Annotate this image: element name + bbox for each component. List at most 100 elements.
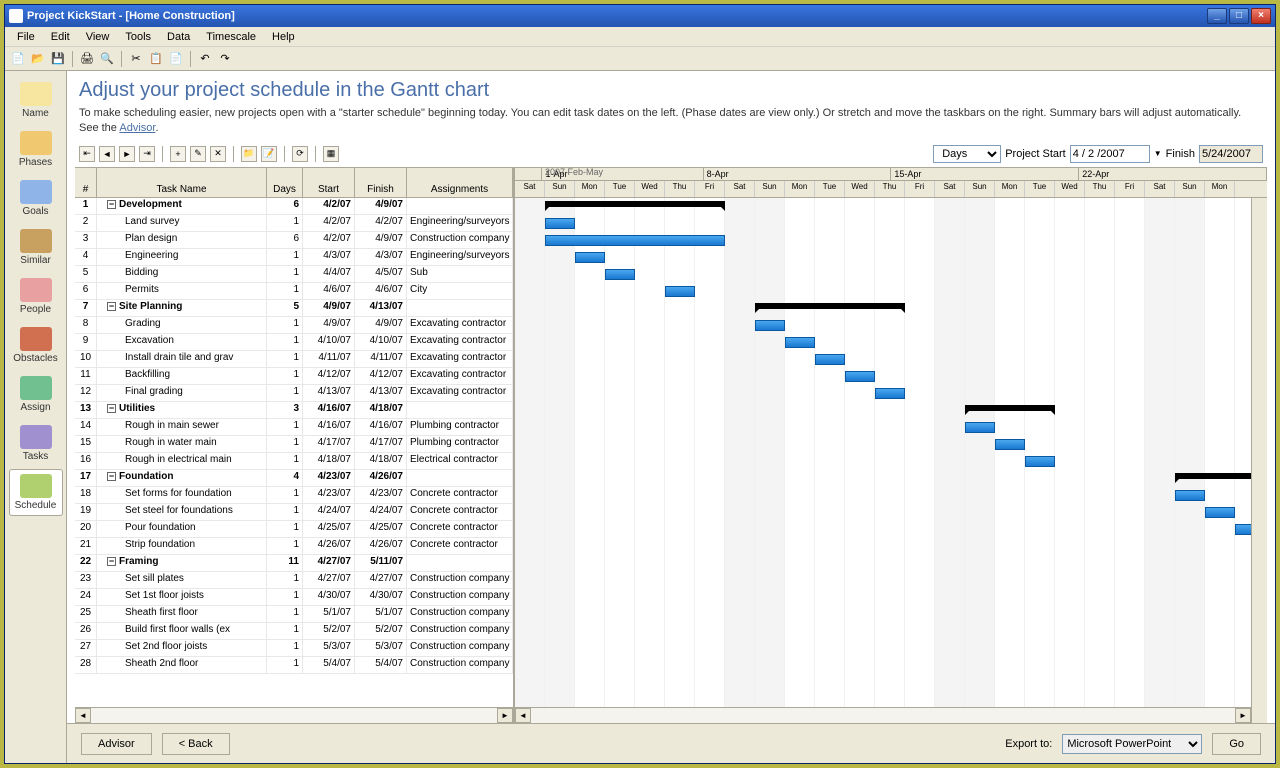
cell-name[interactable]: Set sill plates — [97, 572, 267, 588]
task-row[interactable]: 4Engineering14/3/074/3/07Engineering/sur… — [75, 249, 513, 266]
note-button[interactable]: 📝 — [261, 146, 277, 162]
cell-assign[interactable]: Plumbing contractor — [407, 419, 513, 435]
task-row[interactable]: 21Strip foundation14/26/074/26/07Concret… — [75, 538, 513, 555]
collapse-icon[interactable]: − — [107, 200, 116, 209]
cell-start[interactable]: 5/1/07 — [303, 606, 355, 622]
gantt-task-bar[interactable] — [755, 320, 785, 331]
cell-days[interactable]: 1 — [267, 538, 303, 554]
preview-button[interactable]: 🔍 — [98, 50, 116, 68]
cell-start[interactable]: 4/30/07 — [303, 589, 355, 605]
cell-start[interactable]: 4/9/07 — [303, 300, 355, 316]
cell-finish[interactable]: 4/13/07 — [355, 300, 407, 316]
col-finish-header[interactable]: Finish — [355, 168, 407, 197]
cell-name[interactable]: Plan design — [97, 232, 267, 248]
cell-start[interactable]: 4/6/07 — [303, 283, 355, 299]
task-row[interactable]: 18Set forms for foundation14/23/074/23/0… — [75, 487, 513, 504]
save-button[interactable]: 💾 — [49, 50, 67, 68]
menu-view[interactable]: View — [78, 29, 118, 45]
cell-name[interactable]: Sheath first floor — [97, 606, 267, 622]
cell-assign[interactable]: Excavating contractor — [407, 368, 513, 384]
cell-assign[interactable]: Sub — [407, 266, 513, 282]
cell-name[interactable]: Rough in electrical main — [97, 453, 267, 469]
cell-days[interactable]: 1 — [267, 589, 303, 605]
gantt-hscrollbar[interactable]: ◄ ► — [515, 707, 1251, 723]
project-start-input[interactable] — [1070, 145, 1150, 163]
col-days-header[interactable]: Days — [267, 168, 303, 197]
cell-days[interactable]: 5 — [267, 300, 303, 316]
folder-button[interactable]: 📁 — [241, 146, 257, 162]
cell-finish[interactable]: 4/9/07 — [355, 317, 407, 333]
gantt-task-bar[interactable] — [785, 337, 815, 348]
sidebar-item-tasks[interactable]: Tasks — [9, 420, 63, 467]
task-table-body[interactable]: 1−Development64/2/074/9/072Land survey14… — [75, 198, 513, 707]
cell-days[interactable]: 1 — [267, 249, 303, 265]
cell-start[interactable]: 4/11/07 — [303, 351, 355, 367]
cell-days[interactable]: 1 — [267, 453, 303, 469]
maximize-button[interactable]: □ — [1229, 8, 1249, 24]
task-row[interactable]: 22−Framing114/27/075/11/07 — [75, 555, 513, 572]
sidebar-item-assign[interactable]: Assign — [9, 371, 63, 418]
cell-finish[interactable]: 4/25/07 — [355, 521, 407, 537]
grid-view-button[interactable]: ▦ — [323, 146, 339, 162]
task-row[interactable]: 10Install drain tile and grav14/11/074/1… — [75, 351, 513, 368]
task-row[interactable]: 13−Utilities34/16/074/18/07 — [75, 402, 513, 419]
collapse-icon[interactable]: − — [107, 472, 116, 481]
cell-assign[interactable] — [407, 555, 513, 571]
task-row[interactable]: 8Grading14/9/074/9/07Excavating contract… — [75, 317, 513, 334]
cell-days[interactable]: 1 — [267, 266, 303, 282]
task-row[interactable]: 1−Development64/2/074/9/07 — [75, 198, 513, 215]
col-name-header[interactable]: Task Name — [97, 168, 267, 197]
cell-assign[interactable]: Construction company — [407, 589, 513, 605]
col-start-header[interactable]: Start — [303, 168, 355, 197]
cell-name[interactable]: Install drain tile and grav — [97, 351, 267, 367]
cell-assign[interactable]: Engineering/surveyors — [407, 215, 513, 231]
cell-name[interactable]: Set forms for foundation — [97, 487, 267, 503]
undo-button[interactable]: ↶ — [196, 50, 214, 68]
cell-days[interactable]: 1 — [267, 640, 303, 656]
cut-button[interactable]: ✂ — [127, 50, 145, 68]
cell-start[interactable]: 4/27/07 — [303, 572, 355, 588]
gantt-task-bar[interactable] — [995, 439, 1025, 450]
cell-start[interactable]: 4/18/07 — [303, 453, 355, 469]
cell-assign[interactable]: Excavating contractor — [407, 334, 513, 350]
task-row[interactable]: 27Set 2nd floor joists15/3/075/3/07Const… — [75, 640, 513, 657]
refresh-button[interactable]: ⟳ — [292, 146, 308, 162]
cell-finish[interactable]: 4/12/07 — [355, 368, 407, 384]
sidebar-item-name[interactable]: Name — [9, 77, 63, 124]
go-button[interactable]: Go — [1212, 733, 1261, 755]
sidebar-item-obstacles[interactable]: Obstacles — [9, 322, 63, 369]
cell-days[interactable]: 1 — [267, 334, 303, 350]
cell-start[interactable]: 5/2/07 — [303, 623, 355, 639]
menu-data[interactable]: Data — [159, 29, 198, 45]
menu-help[interactable]: Help — [264, 29, 303, 45]
task-row[interactable]: 24Set 1st floor joists14/30/074/30/07Con… — [75, 589, 513, 606]
minimize-button[interactable]: _ — [1207, 8, 1227, 24]
cell-assign[interactable] — [407, 402, 513, 418]
cell-days[interactable]: 1 — [267, 521, 303, 537]
cell-name[interactable]: Sheath 2nd floor — [97, 657, 267, 673]
sidebar-item-schedule[interactable]: Schedule — [9, 469, 63, 516]
task-row[interactable]: 6Permits14/6/074/6/07City — [75, 283, 513, 300]
edit-button[interactable]: ✎ — [190, 146, 206, 162]
cell-days[interactable]: 1 — [267, 657, 303, 673]
gantt-task-bar[interactable] — [665, 286, 695, 297]
cell-days[interactable]: 1 — [267, 419, 303, 435]
cell-start[interactable]: 4/25/07 — [303, 521, 355, 537]
cell-start[interactable]: 4/16/07 — [303, 419, 355, 435]
redo-button[interactable]: ↷ — [216, 50, 234, 68]
cell-finish[interactable]: 4/11/07 — [355, 351, 407, 367]
cell-name[interactable]: Engineering — [97, 249, 267, 265]
new-button[interactable]: 📄 — [9, 50, 27, 68]
cell-name[interactable]: Pour foundation — [97, 521, 267, 537]
cell-days[interactable]: 11 — [267, 555, 303, 571]
close-button[interactable]: × — [1251, 8, 1271, 24]
cell-start[interactable]: 4/26/07 — [303, 538, 355, 554]
gantt-task-bar[interactable] — [1025, 456, 1055, 467]
cell-days[interactable]: 6 — [267, 198, 303, 214]
task-row[interactable]: 25Sheath first floor15/1/075/1/07Constru… — [75, 606, 513, 623]
task-row[interactable]: 12Final grading14/13/074/13/07Excavating… — [75, 385, 513, 402]
gantt-task-bar[interactable] — [815, 354, 845, 365]
gantt-summary-bar[interactable] — [755, 303, 905, 309]
cell-name[interactable]: Strip foundation — [97, 538, 267, 554]
menu-timescale[interactable]: Timescale — [198, 29, 264, 45]
